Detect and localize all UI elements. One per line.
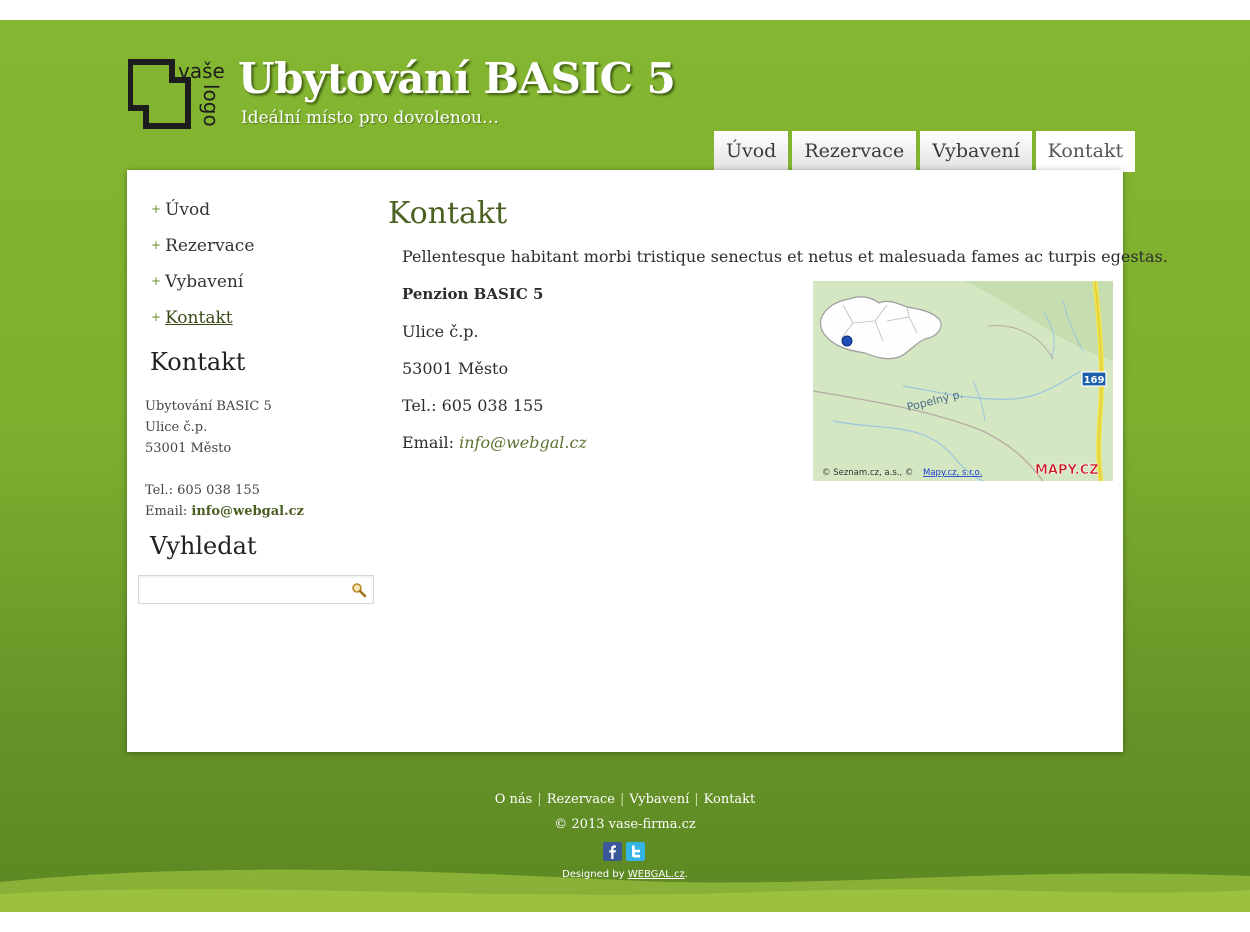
site-title[interactable]: Ubytování BASIC 5	[238, 54, 676, 103]
address-city: 53001 Město	[402, 359, 509, 378]
tab-kontakt[interactable]: Kontakt	[1035, 131, 1136, 172]
sidebar-contact-tel: Tel.: 605 038 155	[145, 483, 260, 498]
sidebar-item-uvod[interactable]: + Úvod	[151, 200, 254, 236]
sidebar-contact-heading: Kontakt	[150, 348, 246, 376]
tab-rezervace[interactable]: Rezervace	[792, 131, 917, 170]
address-email-label: Email:	[402, 433, 455, 452]
sidebar-search-heading: Vyhledat	[150, 532, 257, 560]
sidebar-email-link[interactable]: info@webgal.cz	[191, 504, 303, 519]
magnifier-icon[interactable]	[351, 582, 367, 598]
map[interactable]: 169 Popelný p. © Seznam.cz, a.s., © Mapy…	[813, 281, 1113, 481]
map-attribution-link[interactable]: Mapy.cz, s.r.o.	[923, 468, 982, 478]
sidebar-item-label: Kontakt	[165, 308, 233, 328]
separator: |	[620, 792, 625, 807]
sidebar-item-rezervace[interactable]: + Rezervace	[151, 236, 254, 272]
social-links	[603, 842, 645, 861]
sidebar-contact-block: Ubytování BASIC 5 Ulice č.p. 53001 Město…	[145, 396, 304, 522]
sidebar-item-label: Rezervace	[165, 236, 255, 256]
logo[interactable]: vaše logo	[128, 58, 228, 130]
plus-icon: +	[151, 274, 162, 288]
map-brand[interactable]: MAPY.CZ	[1035, 463, 1099, 479]
separator: |	[694, 792, 699, 807]
tab-vybaveni[interactable]: Vybavení	[920, 131, 1032, 170]
designed-prefix: Designed by	[562, 869, 625, 880]
footer-link-kontakt[interactable]: Kontakt	[704, 792, 756, 807]
designed-suffix: .	[684, 869, 688, 880]
intro-text: Pellentesque habitant morbi tristique se…	[402, 247, 1168, 266]
address-email-link[interactable]: info@webgal.cz	[459, 433, 587, 452]
sidebar-contact-city: 53001 Město	[145, 441, 232, 456]
footer-link-vybaveni[interactable]: Vybavení	[629, 792, 689, 807]
search-input[interactable]	[145, 577, 349, 604]
main-tabs: Úvod Rezervace Vybavení Kontakt	[714, 131, 1139, 172]
tab-uvod[interactable]: Úvod	[714, 131, 789, 170]
twitter-icon[interactable]	[626, 842, 645, 861]
search-box	[138, 575, 374, 604]
sidebar-contact-name: Ubytování BASIC 5	[145, 399, 272, 414]
address-email-row: Email: info@webgal.cz	[402, 433, 587, 452]
footer-link-rezervace[interactable]: Rezervace	[547, 792, 615, 807]
logo-text-top: vaše	[178, 59, 225, 83]
road-number: 169	[1084, 375, 1105, 386]
map-attribution: © Seznam.cz, a.s., ©	[822, 468, 913, 478]
sidebar-nav: + Úvod + Rezervace + Vybavení + Kontakt	[151, 200, 254, 344]
plus-icon: +	[151, 238, 162, 252]
sidebar-email-label: Email:	[145, 504, 188, 519]
sidebar-contact-street: Ulice č.p.	[145, 420, 208, 435]
address-tel: Tel.: 605 038 155	[402, 396, 544, 415]
facebook-icon[interactable]	[603, 842, 622, 861]
designed-by: Designed by WEBGAL.cz.	[0, 869, 1250, 880]
plus-icon: +	[151, 202, 162, 216]
sidebar-item-vybaveni[interactable]: + Vybavení	[151, 272, 254, 308]
copyright: © 2013 vase-firma.cz	[554, 817, 696, 832]
logo-text-side: logo	[199, 84, 223, 127]
separator: |	[537, 792, 542, 807]
address-name: Penzion BASIC 5	[402, 285, 544, 303]
sidebar-item-kontakt[interactable]: + Kontakt	[151, 308, 254, 344]
plus-icon: +	[151, 310, 162, 324]
sidebar-contact-email-row: Email: info@webgal.cz	[145, 501, 304, 522]
sidebar-item-label: Úvod	[165, 200, 211, 220]
designed-link[interactable]: WEBGAL.cz	[628, 869, 685, 880]
page-title: Kontakt	[388, 196, 508, 231]
location-marker-icon[interactable]	[841, 335, 853, 347]
site-tagline: Ideální místo pro dovolenou…	[241, 108, 500, 128]
address-street: Ulice č.p.	[402, 322, 479, 341]
sidebar-item-label: Vybavení	[165, 272, 244, 292]
footer-nav: O nás | Rezervace | Vybavení | Kontakt	[0, 792, 1250, 807]
footer-link-o-nas[interactable]: O nás	[495, 792, 533, 807]
main-panel: + Úvod + Rezervace + Vybavení + Kontakt Kont…	[127, 170, 1168, 752]
